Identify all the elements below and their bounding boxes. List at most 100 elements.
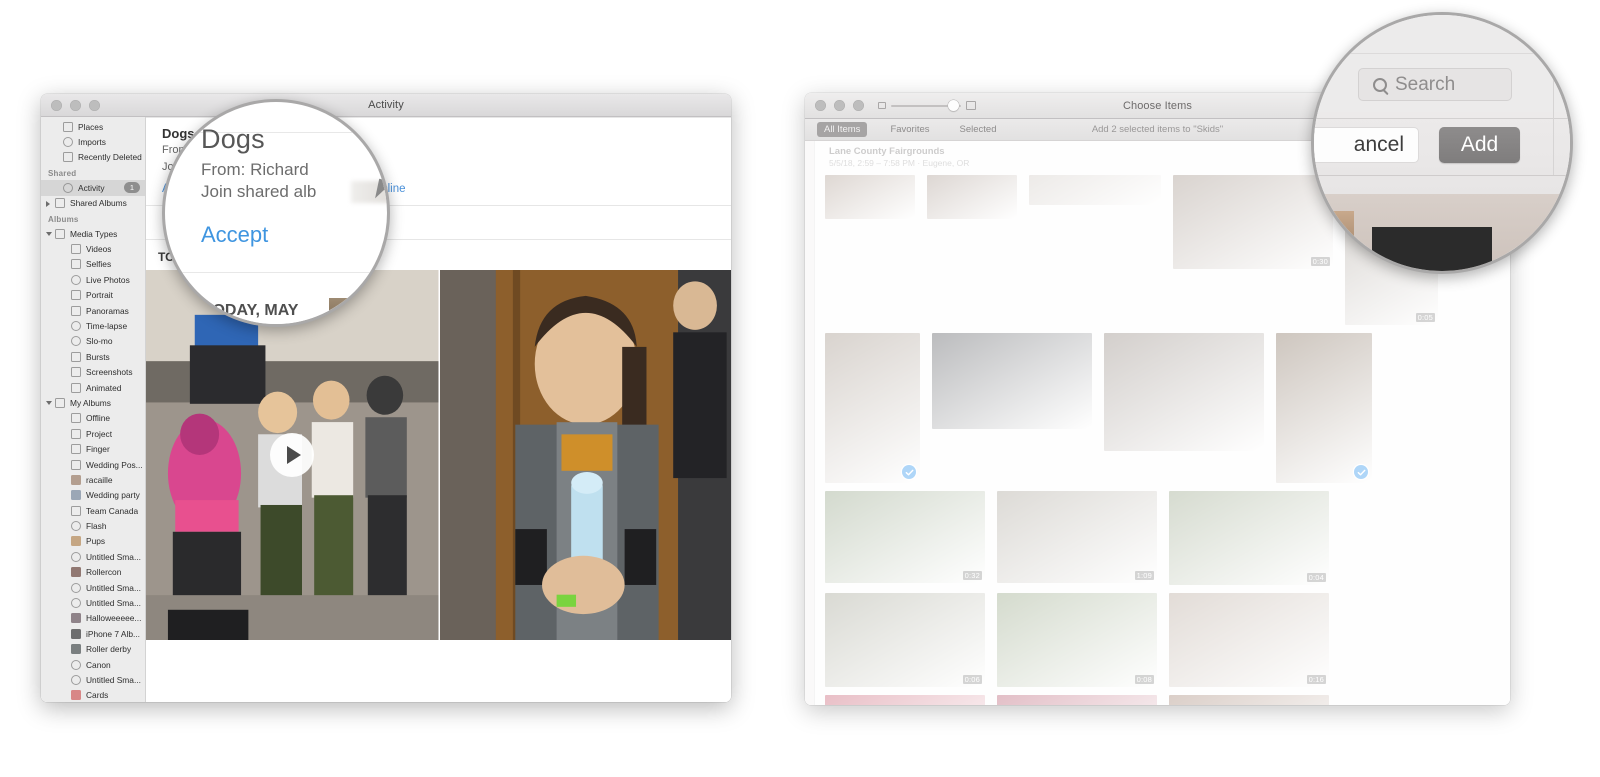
sidebar-item-selfies[interactable]: Selfies	[41, 257, 145, 272]
timelapse-icon	[71, 320, 81, 331]
chevron-down-icon[interactable]	[45, 401, 52, 408]
sidebar-item-wedding-party[interactable]: Wedding party	[41, 488, 145, 503]
sidebar-item-media-types[interactable]: Media Types	[41, 226, 145, 241]
sidebar-item-iphone-7-alb[interactable]: iPhone 7 Alb...	[41, 626, 145, 641]
chevron-down-icon[interactable]	[45, 231, 52, 239]
minimize-button[interactable]	[834, 100, 845, 111]
sidebar-item-panoramas[interactable]: Panoramas	[41, 303, 145, 318]
activity-photo-thumbnail[interactable]	[438, 269, 731, 640]
search-field[interactable]: Search	[1358, 68, 1512, 101]
minimize-button[interactable]	[70, 99, 81, 111]
left-rail	[805, 141, 815, 705]
sidebar-item-recently-deleted[interactable]: Recently Deleted	[41, 150, 145, 165]
sidebar-item-portrait[interactable]: Portrait	[41, 288, 145, 303]
sidebar-item-shared-albums[interactable]: Shared Albums	[41, 196, 145, 211]
sidebar-item-pups[interactable]: Pups	[41, 534, 145, 549]
callout-photo-laptop	[1372, 227, 1492, 271]
photo-grid-cell[interactable]	[825, 695, 985, 705]
photo-grid-cell[interactable]	[825, 333, 920, 483]
sidebar-item-untitled-sma[interactable]: Untitled Sma...	[41, 549, 145, 564]
segment-selected[interactable]: Selected	[953, 122, 1004, 137]
sidebar-item-label: Flash	[86, 521, 107, 532]
sidebar-item-team-canada[interactable]: Team Canada	[41, 503, 145, 518]
sidebar-item-cards[interactable]: Cards	[41, 688, 145, 702]
photo-grid-cell[interactable]: 1:09	[997, 491, 1157, 583]
sidebar-item-live-photos[interactable]: Live Photos	[41, 272, 145, 287]
segment-all-items[interactable]: All Items	[817, 122, 868, 137]
sidebar-item-wedding-pos[interactable]: Wedding Pos...	[41, 457, 145, 472]
sidebar-item-activity[interactable]: Activity 1	[41, 180, 145, 196]
sidebar-item-slo-mo[interactable]: Slo-mo	[41, 334, 145, 349]
photo-grid-cell[interactable]	[997, 695, 1157, 705]
sidebar-item-offline[interactable]: Offline	[41, 411, 145, 426]
photo-grid-cell[interactable]	[1029, 175, 1161, 205]
photo-grid-cell[interactable]	[1104, 333, 1264, 451]
photo-grid-cell[interactable]: 0:08	[997, 593, 1157, 687]
zoom-button[interactable]	[853, 100, 864, 111]
callout-photo-left	[1314, 211, 1354, 271]
segment-favorites[interactable]: Favorites	[883, 122, 936, 137]
album-photo-icon	[71, 644, 81, 655]
photo-grid-cell[interactable]: 0:04	[1169, 491, 1329, 585]
selected-checkmark-icon[interactable]	[1354, 465, 1368, 479]
video-duration-badge: 0:08	[1134, 675, 1154, 684]
sidebar-item-my-albums[interactable]: My Albums	[41, 395, 145, 410]
photo-grid-cell[interactable]: 0:06	[825, 593, 985, 687]
small-thumbnail-icon	[878, 102, 886, 109]
sidebar-item-label: Activity	[78, 182, 105, 193]
sidebar-item-canon[interactable]: Canon	[41, 657, 145, 672]
slider-knob[interactable]	[948, 100, 959, 111]
sidebar-item-screenshots[interactable]: Screenshots	[41, 364, 145, 379]
sidebar-item-project[interactable]: Project	[41, 426, 145, 441]
sidebar-item-animated[interactable]: Animated	[41, 380, 145, 395]
sidebar-item-label: Screenshots	[86, 367, 133, 378]
chevron-right-icon[interactable]	[46, 200, 50, 207]
sidebar-item-label: Wedding party	[86, 490, 140, 501]
add-button[interactable]: Add	[1439, 127, 1520, 163]
video-duration-badge: 0:05	[1415, 313, 1435, 322]
sidebar-item-finger[interactable]: Finger	[41, 441, 145, 456]
sidebar-item-bursts[interactable]: Bursts	[41, 349, 145, 364]
sidebar-item-untitled-sma[interactable]: Untitled Sma...	[41, 672, 145, 687]
sidebar-item-roller-derby[interactable]: Roller derby	[41, 642, 145, 657]
sidebar-item-label: Animated	[86, 382, 122, 393]
thumbnail-size-slider[interactable]	[878, 100, 976, 111]
photo-grid-cell[interactable]: 0:30	[1173, 175, 1333, 269]
sidebar-item-racaille[interactable]: racaille	[41, 472, 145, 487]
zoom-button[interactable]	[89, 99, 100, 111]
sidebar-item-time-lapse[interactable]: Time-lapse	[41, 318, 145, 333]
slider-track[interactable]	[891, 100, 961, 111]
sidebar-item-label: Team Canada	[86, 505, 139, 516]
sidebar-item-videos[interactable]: Videos	[41, 241, 145, 256]
sidebar-item-badge: 1	[124, 182, 140, 194]
photo-grid-cell[interactable]	[1169, 695, 1329, 705]
album-photo-icon	[71, 490, 81, 501]
sidebar-item-places[interactable]: Places	[41, 119, 145, 134]
selected-checkmark-icon[interactable]	[902, 465, 916, 479]
photo-grid-cell[interactable]	[932, 333, 1092, 429]
sidebar-item-untitled-sma[interactable]: Untitled Sma...	[41, 580, 145, 595]
cancel-button[interactable]: ancel	[1314, 127, 1419, 163]
sidebar-item-untitled-sma[interactable]: Untitled Sma...	[41, 595, 145, 610]
photo-grid-cell[interactable]	[927, 175, 1017, 219]
play-button[interactable]	[270, 432, 315, 477]
sidebar-item-rollercon[interactable]: Rollercon	[41, 565, 145, 580]
photo-grid-cell[interactable]	[825, 175, 915, 219]
trash-icon	[63, 152, 73, 163]
video-icon	[71, 244, 81, 255]
left-traffic-lights[interactable]	[41, 99, 100, 111]
sidebar-item-imports[interactable]: Imports	[41, 134, 145, 149]
right-traffic-lights[interactable]	[805, 100, 864, 111]
photo-grid-cell[interactable]	[1276, 333, 1372, 483]
sidebar-item-label: Media Types	[70, 228, 118, 239]
close-button[interactable]	[815, 100, 826, 111]
sidebar-item-halloweeeee[interactable]: Halloweeeee...	[41, 611, 145, 626]
callout-accept-link[interactable]: Accept	[201, 222, 268, 248]
photo-grid-cell[interactable]: 0:16	[1169, 593, 1329, 687]
video-duration-badge: 0:04	[1306, 573, 1326, 582]
photos-sidebar[interactable]: Places Imports Recently Deleted Shared Activ…	[41, 117, 146, 702]
screenshot-icon	[71, 367, 81, 378]
photo-grid-cell[interactable]: 0:32	[825, 491, 985, 583]
sidebar-item-flash[interactable]: Flash	[41, 518, 145, 533]
close-button[interactable]	[51, 99, 62, 111]
